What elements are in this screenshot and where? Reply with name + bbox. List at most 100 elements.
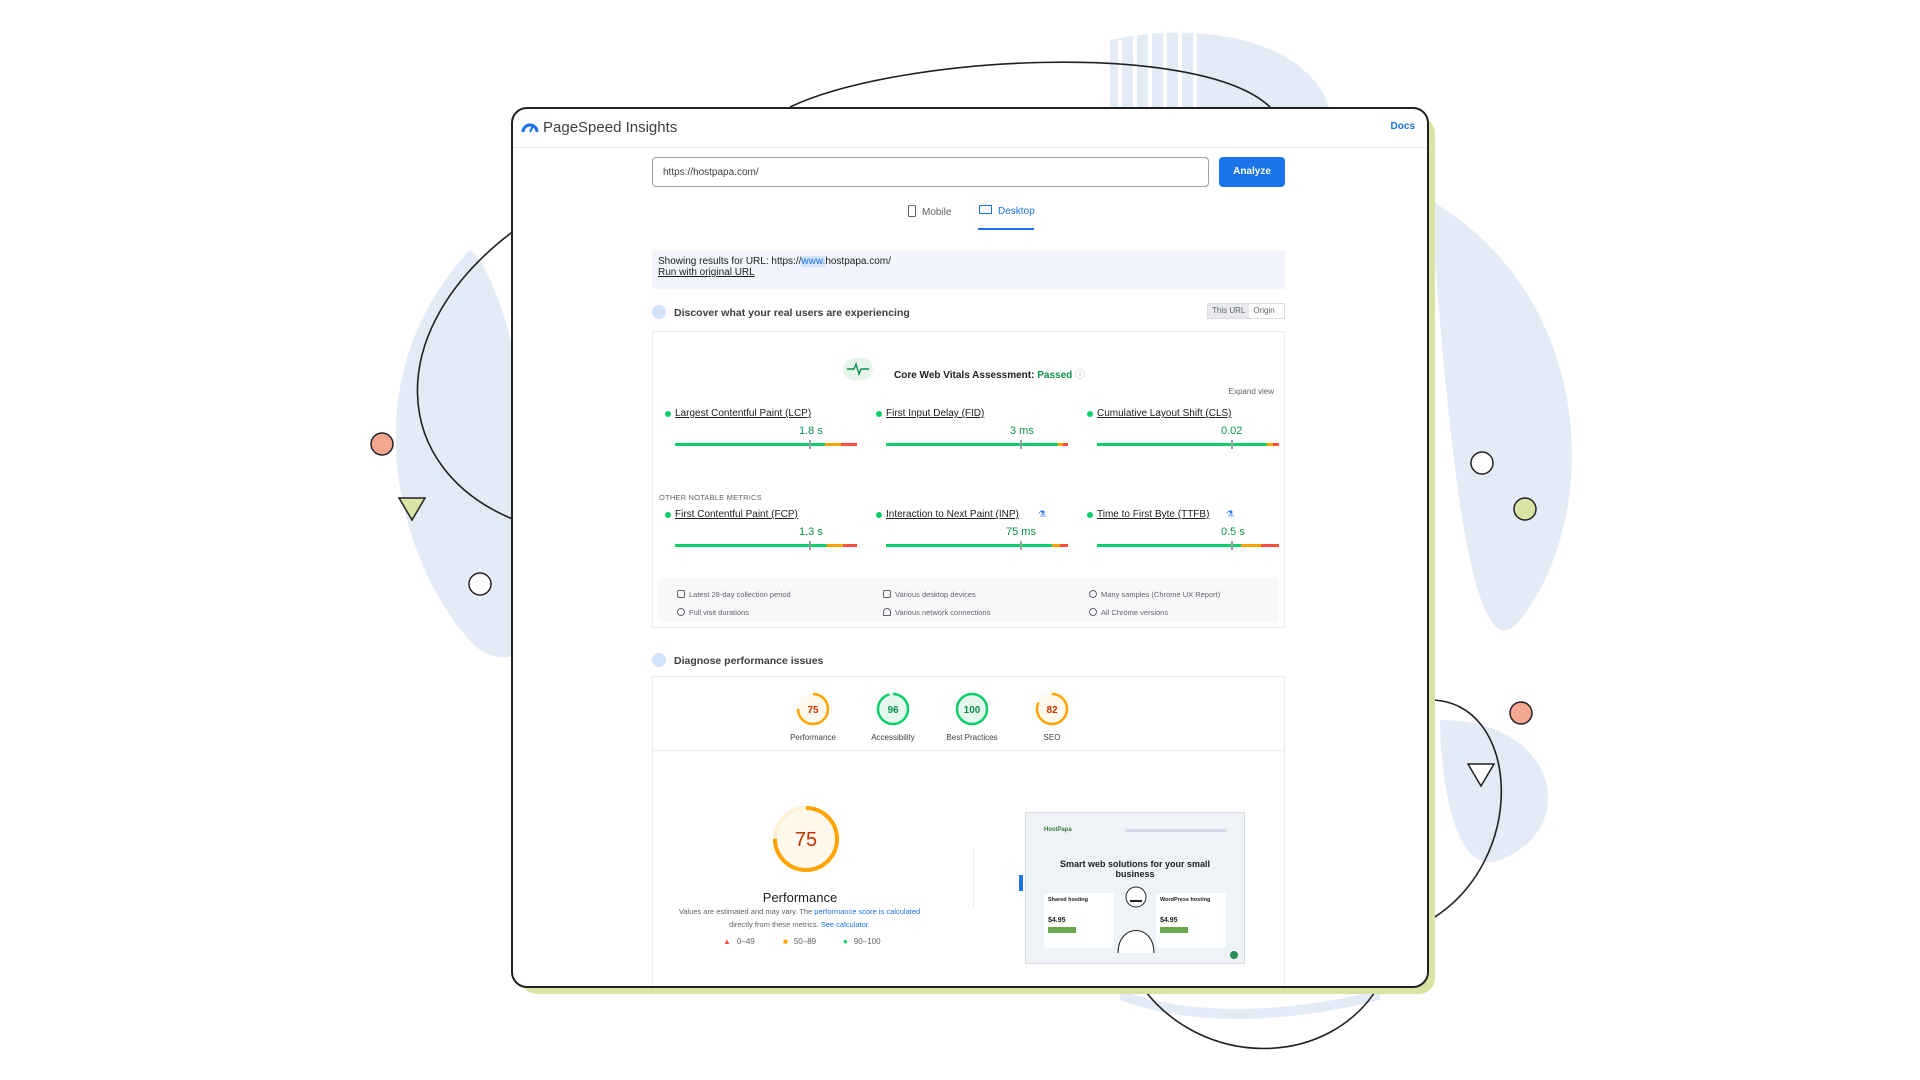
distribution-bar <box>1097 541 1279 550</box>
field-section-title: Discover what your real users are experi… <box>674 307 910 319</box>
gauge-score: 100 <box>964 705 981 716</box>
metric-value: 1.3 s <box>799 526 823 538</box>
docs-link[interactable]: Docs <box>1391 121 1415 132</box>
chrome-icon <box>1089 608 1097 616</box>
cwv-status: Passed <box>1037 370 1073 381</box>
distribution-bar <box>886 541 1068 550</box>
legend-good: ● 90–100 <box>843 937 881 946</box>
distribution-bar <box>886 440 1068 449</box>
gauge-performance[interactable]: 75 <box>795 691 831 727</box>
see-calculator-link[interactable]: See calculator. <box>821 920 870 929</box>
clock-icon <box>677 608 685 616</box>
gauge-seo[interactable]: 82 <box>1034 691 1070 727</box>
tab-desktop-label: Desktop <box>998 206 1035 217</box>
gauge-label-accessibility: Accessibility <box>871 733 915 742</box>
gauge-score: 96 <box>887 705 899 716</box>
metric-inp[interactable]: Interaction to Next Paint (INP) ⚗ 75 ms <box>876 509 1068 559</box>
url-input[interactable]: https://hostpapa.com/ <box>652 157 1209 187</box>
devices-icon <box>883 590 891 598</box>
metric-lcp[interactable]: Largest Contentful Paint (LCP) 1.8 s <box>665 408 857 458</box>
expand-view-button[interactable]: Expand view <box>1229 387 1274 396</box>
metric-fid[interactable]: First Input Delay (FID) 3 ms <box>876 408 1068 458</box>
monitor-icon <box>979 205 992 214</box>
cwv-assessment: Core Web Vitals Assessment: Passed ⓘ <box>894 366 1085 381</box>
gauge-label-best-practices: Best Practices <box>946 733 998 742</box>
triangle-icon: ▲ <box>723 937 731 946</box>
legend-poor: ▲ 0–49 <box>723 937 755 946</box>
info-icon[interactable]: ⓘ <box>1075 370 1085 381</box>
gauge-score: 82 <box>1046 705 1058 716</box>
screenshot-headline: Smart web solutions for your small busin… <box>1059 859 1211 879</box>
footer-visit-durations: Full visit durations <box>677 608 749 617</box>
url-notice: Showing results for URL: https://www.hos… <box>652 251 1285 289</box>
performance-label: Performance <box>762 890 838 905</box>
gauge-accessibility[interactable]: 96 <box>875 691 911 727</box>
notice-prefix: Showing results for URL: https:// <box>658 256 802 267</box>
screenshot-card-wordpress: WordPress hosting $4.95 <box>1156 893 1226 948</box>
metric-value: 3 ms <box>1010 425 1034 437</box>
run-original-url-link[interactable]: Run with original URL <box>658 267 755 278</box>
metric-name[interactable]: Interaction to Next Paint (INP) <box>886 509 1019 520</box>
distribution-bar <box>675 541 857 550</box>
heartbeat-icon <box>843 358 873 380</box>
metric-name[interactable]: First Contentful Paint (FCP) <box>675 509 798 520</box>
tab-indicator <box>978 228 1034 230</box>
toggle-origin[interactable]: Origin <box>1249 304 1278 318</box>
good-dot-icon <box>1087 411 1093 417</box>
square-icon: ■ <box>783 937 788 946</box>
footer-network: Various network connections <box>883 608 990 617</box>
good-dot-icon <box>1087 512 1093 518</box>
footer-devices: Various desktop devices <box>883 590 976 599</box>
notice-suffix: hostpapa.com/ <box>825 256 891 267</box>
gauge-label-performance: Performance <box>790 733 836 742</box>
tab-mobile[interactable]: Mobile <box>908 205 951 218</box>
metric-ttfb[interactable]: Time to First Byte (TTFB) ⚗ 0.5 s <box>1087 509 1279 559</box>
pagespeed-logo-icon <box>521 123 539 133</box>
tab-desktop[interactable]: Desktop <box>979 205 1035 217</box>
lab-data-card: 75 Performance 96 Accessibility 100 Best Prac… <box>652 676 1285 986</box>
good-dot-icon <box>876 411 882 417</box>
scroll-indicator <box>1019 875 1023 891</box>
metric-value: 0.02 <box>1221 425 1243 437</box>
good-dot-icon <box>665 512 671 518</box>
experimental-icon: ⚗ <box>1038 509 1047 519</box>
metric-name[interactable]: First Input Delay (FID) <box>886 408 984 419</box>
chat-icon <box>1230 951 1238 959</box>
screenshot-brand: HostPapa <box>1044 827 1072 833</box>
phone-icon <box>908 205 916 217</box>
score-calc-link[interactable]: performance score is calculated <box>814 907 920 916</box>
experimental-icon: ⚗ <box>1226 509 1235 519</box>
metric-name[interactable]: Cumulative Layout Shift (CLS) <box>1097 408 1232 419</box>
distribution-bar <box>1097 440 1279 449</box>
metric-name[interactable]: Largest Contentful Paint (LCP) <box>675 408 811 419</box>
gauge-best-practices[interactable]: 100 <box>954 691 990 727</box>
performance-main-gauge[interactable]: 75 <box>771 804 841 874</box>
metric-value: 1.8 s <box>799 425 823 437</box>
people-icon <box>1089 590 1097 598</box>
cwv-label: Core Web Vitals Assessment: <box>894 370 1035 381</box>
main-score: 75 <box>795 829 817 851</box>
screenshot-card-shared: Shared hosting $4.95 <box>1044 893 1114 948</box>
circle-icon: ● <box>843 937 848 946</box>
analyze-button[interactable]: Analyze <box>1219 157 1285 187</box>
score-note: Values are estimated and may vary. The p… <box>678 907 921 929</box>
good-dot-icon <box>665 411 671 417</box>
wifi-icon <box>883 608 891 616</box>
calendar-icon <box>677 590 685 598</box>
metric-fcp[interactable]: First Contentful Paint (FCP) 1.3 s <box>665 509 857 559</box>
url-origin-toggle[interactable]: This URL Origin <box>1207 303 1285 319</box>
screenshot-nav <box>1126 829 1226 832</box>
gauge-label-seo: SEO <box>1043 733 1061 742</box>
metric-value: 75 ms <box>1006 526 1036 538</box>
metric-cls[interactable]: Cumulative Layout Shift (CLS) 0.02 <box>1087 408 1279 458</box>
notice-highlight: www. <box>801 256 826 267</box>
top-bar: PageSpeed Insights Docs <box>513 109 1427 148</box>
metric-name[interactable]: Time to First Byte (TTFB) <box>1097 509 1209 520</box>
footer-samples: Many samples (Chrome UX Report) <box>1089 590 1220 599</box>
toggle-this-url[interactable]: This URL <box>1208 304 1250 318</box>
vertical-divider <box>973 847 974 907</box>
app-title[interactable]: PageSpeed Insights <box>543 119 677 136</box>
tab-mobile-label: Mobile <box>922 207 952 218</box>
lab-section-title: Diagnose performance issues <box>674 655 824 667</box>
users-icon <box>652 305 666 319</box>
